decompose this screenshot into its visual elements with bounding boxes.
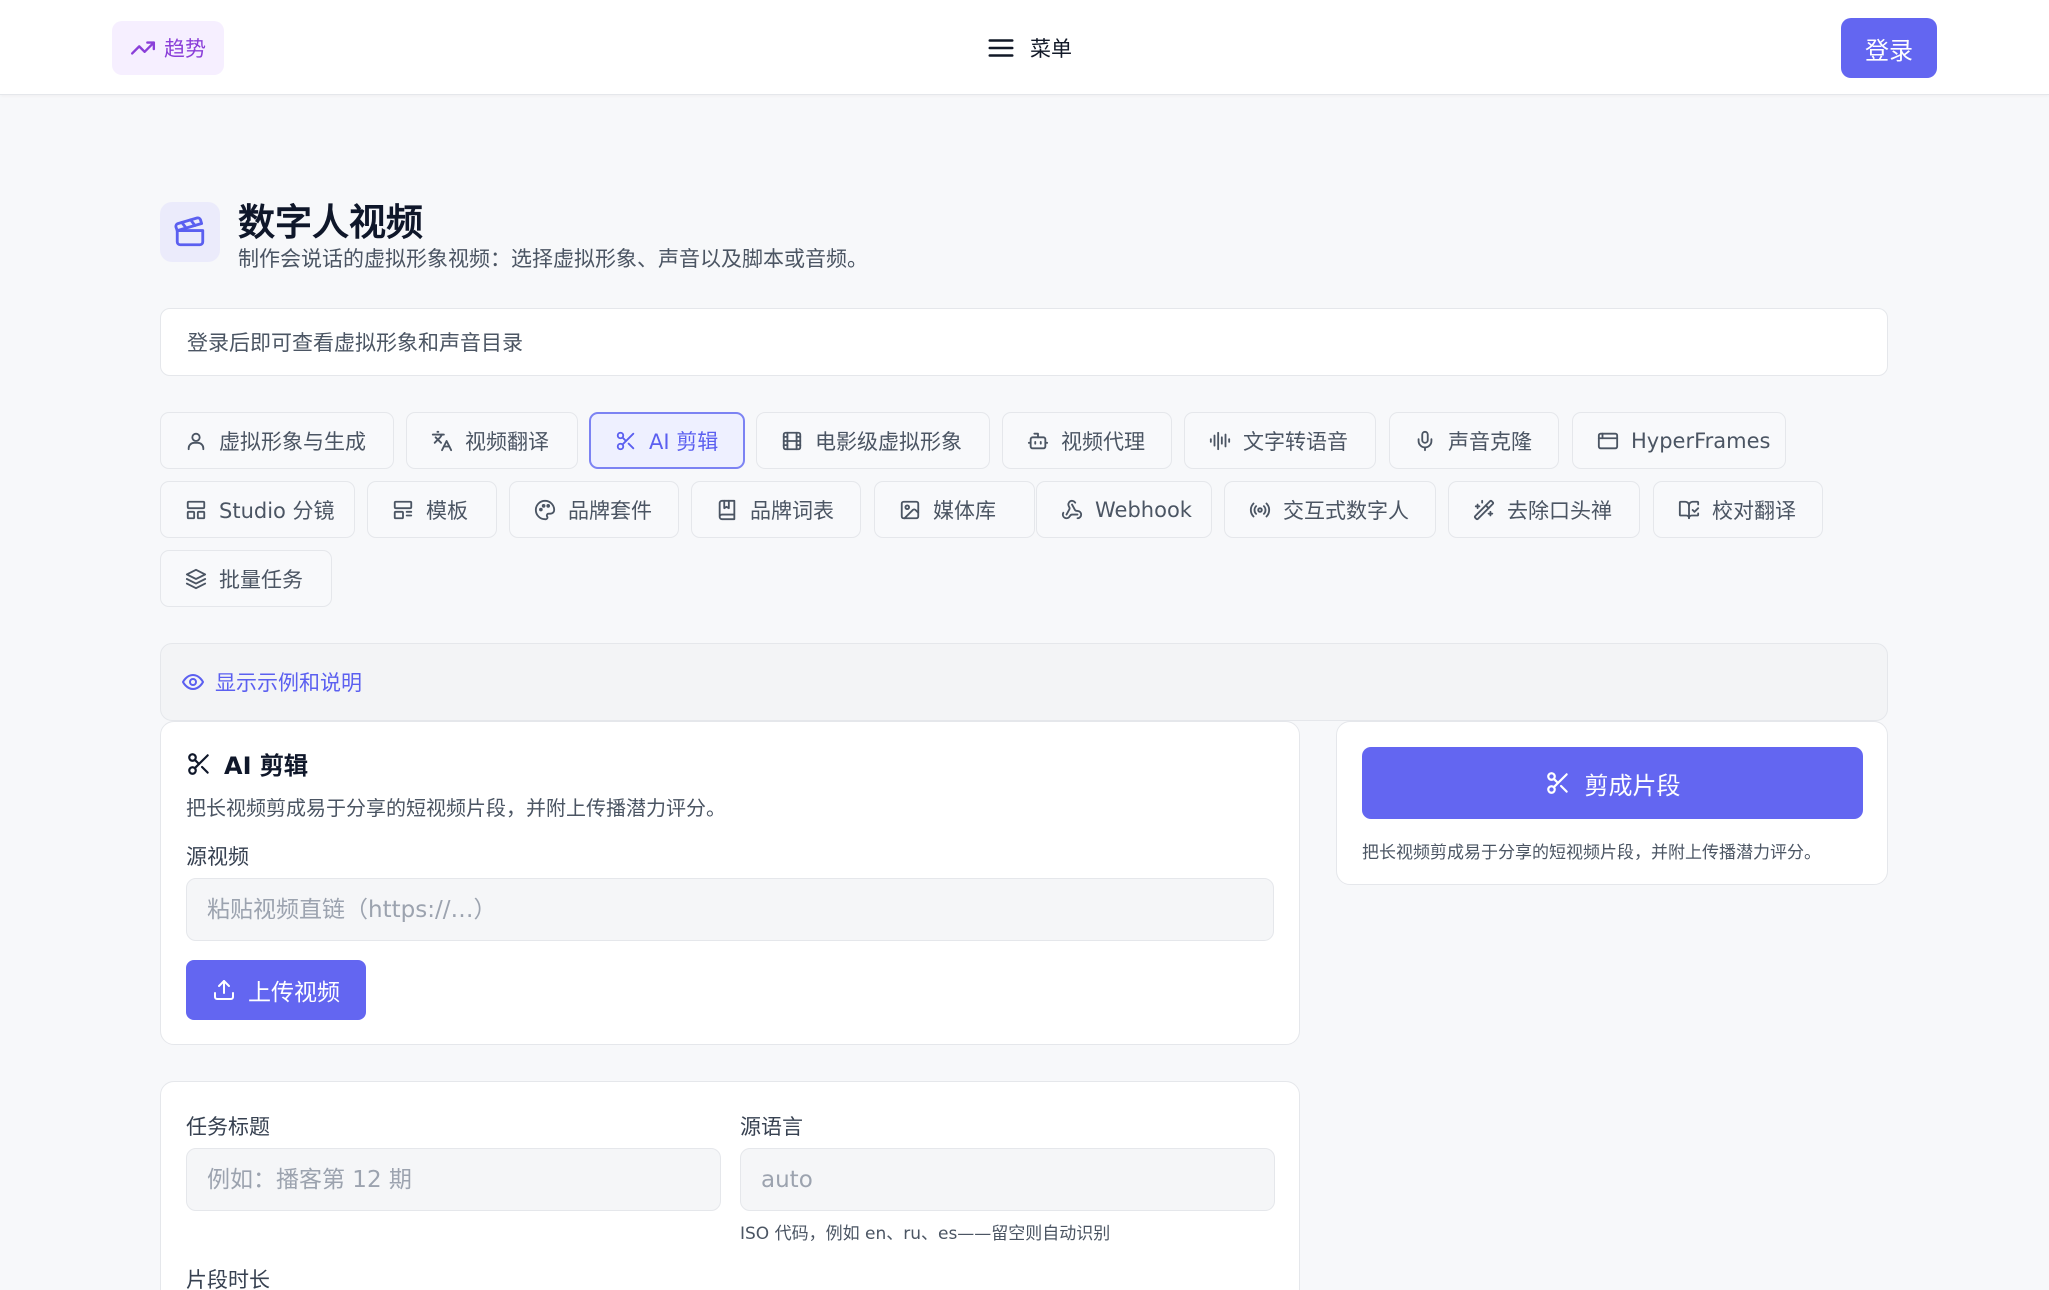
tab-cinematic-avatar[interactable]: 电影级虚拟形象 [756, 412, 990, 469]
scissors-icon [1546, 772, 1568, 794]
tab-label: 校对翻译 [1712, 498, 1796, 523]
action-description: 把长视频剪成易于分享的短视频片段，并附上传播潜力评分。 [1362, 843, 1821, 863]
source-language-label: 源语言 [740, 1115, 803, 1139]
source-video-label: 源视频 [186, 845, 249, 869]
page-subtitle: 制作会说话的虚拟形象视频：选择虚拟形象、声音以及脚本或音频。 [238, 247, 868, 271]
task-title-label: 任务标题 [186, 1115, 270, 1139]
trend-button[interactable]: 趋势 [112, 21, 224, 75]
audio-lines-icon [1209, 431, 1231, 450]
tab-proofread-translation[interactable]: 校对翻译 [1653, 481, 1823, 538]
tab-text-to-speech[interactable]: 文字转语音 [1184, 412, 1376, 469]
eye-icon [182, 674, 204, 690]
layers-icon [185, 568, 207, 589]
tab-video-agent[interactable]: 视频代理 [1002, 412, 1172, 469]
tab-remove-filler[interactable]: 去除口头禅 [1448, 481, 1640, 538]
tab-batch-jobs[interactable]: 批量任务 [160, 550, 332, 607]
tab-brand-kit[interactable]: 品牌套件 [509, 481, 679, 538]
tab-label: 品牌套件 [568, 498, 652, 523]
tab-label: 虚拟形象与生成 [219, 429, 366, 454]
section-title-text: AI 剪辑 [224, 752, 308, 780]
clapperboard-icon [160, 202, 220, 262]
tab-voice-clone[interactable]: 声音克隆 [1389, 412, 1559, 469]
translate-icon [431, 430, 453, 451]
tab-hyperframes[interactable]: HyperFrames [1572, 412, 1786, 469]
cut-clips-button[interactable]: 剪成片段 [1362, 747, 1863, 819]
tab-label: HyperFrames [1631, 428, 1771, 453]
examples-label: 显示示例和说明 [215, 671, 362, 695]
upload-video-button[interactable]: 上传视频 [186, 960, 366, 1020]
microphone-icon [1417, 430, 1433, 451]
magic-wand-icon [1473, 499, 1495, 520]
login-button[interactable]: 登录 [1841, 18, 1937, 78]
login-notice: 登录后即可查看虚拟形象和声音目录 [160, 308, 1888, 376]
upload-label: 上传视频 [248, 980, 340, 1006]
tab-webhook[interactable]: Webhook [1036, 481, 1212, 538]
webhook-icon [1061, 499, 1083, 519]
tab-label: 去除口头禅 [1507, 498, 1612, 523]
top-header: 趋势 菜单 登录 [0, 0, 2049, 95]
tab-label: 声音克隆 [1448, 429, 1532, 454]
tab-media-library[interactable]: 媒体库 [874, 481, 1035, 538]
browser-window-icon [1597, 432, 1619, 449]
clip-length-label: 片段时长 [186, 1268, 270, 1290]
scissors-icon [616, 431, 635, 450]
tab-label: 品牌词表 [750, 498, 834, 523]
menu-label: 菜单 [1030, 37, 1072, 61]
tab-video-translate[interactable]: 视频翻译 [406, 412, 578, 469]
tab-label: 交互式数字人 [1283, 498, 1409, 523]
user-icon [187, 432, 205, 450]
book-icon [718, 499, 736, 520]
scissors-icon [188, 752, 209, 775]
upload-icon [214, 980, 234, 1000]
page-title: 数字人视频 [238, 201, 423, 244]
tab-label: Webhook [1095, 497, 1192, 522]
trend-label: 趋势 [164, 37, 206, 61]
layout-icon [186, 500, 206, 519]
section-description: 把长视频剪成易于分享的短视频片段，并附上传播潜力评分。 [186, 796, 726, 820]
tab-label: 批量任务 [219, 567, 303, 592]
tab-templates[interactable]: 模板 [367, 481, 497, 538]
book-check-icon [1678, 500, 1700, 519]
show-examples-toggle[interactable]: 显示示例和说明 [160, 643, 1888, 721]
tab-brand-glossary[interactable]: 品牌词表 [691, 481, 861, 538]
source-video-input[interactable] [186, 878, 1274, 941]
film-icon [782, 431, 802, 450]
tab-label: AI 剪辑 [649, 429, 719, 454]
image-icon [900, 500, 920, 519]
tab-label: 模板 [426, 498, 468, 523]
task-title-input[interactable] [186, 1148, 721, 1211]
menu-button[interactable]: 菜单 [986, 28, 1072, 68]
cut-clips-label: 剪成片段 [1584, 771, 1681, 800]
tab-ai-clip[interactable]: AI 剪辑 [589, 412, 745, 469]
tab-avatar-generate[interactable]: 虚拟形象与生成 [160, 412, 394, 469]
tab-label: 电影级虚拟形象 [815, 429, 962, 454]
tab-label: 媒体库 [933, 498, 996, 523]
tab-label: 视频代理 [1061, 429, 1145, 454]
hamburger-icon [988, 39, 1014, 57]
tab-studio-storyboard[interactable]: Studio 分镜 [160, 481, 355, 538]
tab-interactive-avatar[interactable]: 交互式数字人 [1224, 481, 1436, 538]
tab-label: 文字转语音 [1243, 429, 1348, 454]
template-icon [393, 500, 413, 519]
tab-label: Studio 分镜 [219, 498, 335, 523]
source-language-input[interactable] [740, 1148, 1275, 1211]
source-language-hint: ISO 代码，例如 en、ru、es——留空则自动识别 [740, 1224, 1111, 1244]
trending-up-icon [130, 41, 156, 55]
robot-icon [1027, 432, 1049, 449]
section-title: AI 剪辑 [186, 746, 308, 781]
radio-icon [1249, 502, 1271, 517]
palette-icon [534, 499, 556, 520]
tab-label: 视频翻译 [465, 429, 549, 454]
